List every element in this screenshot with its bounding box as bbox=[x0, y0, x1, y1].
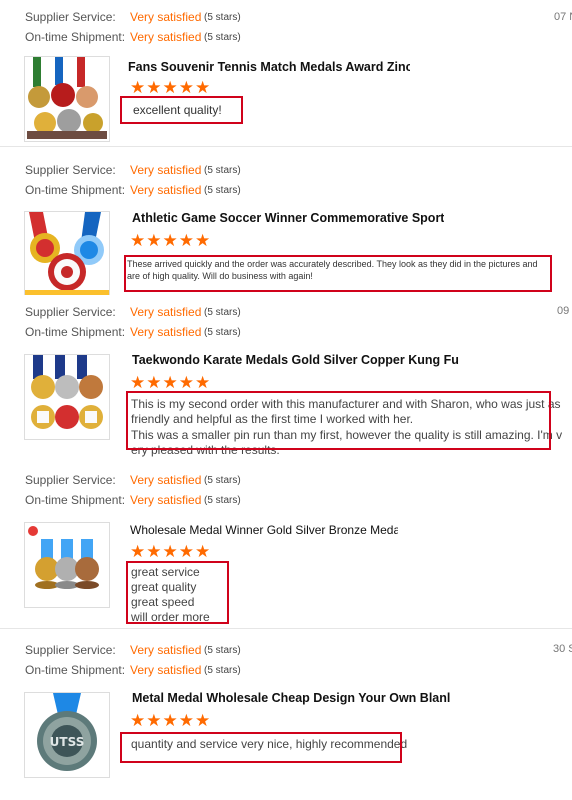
logo-text: UTSS bbox=[50, 735, 85, 749]
supplier-service-label: Supplier Service: bbox=[25, 10, 116, 24]
shipment-label: On-time Shipment: bbox=[25, 493, 126, 507]
supplier-service-value: Very satisfied bbox=[130, 473, 202, 487]
rating-stars: ★★★★★ bbox=[130, 711, 212, 730]
shipment-value: Very satisfied bbox=[130, 325, 202, 339]
product-thumbnail[interactable] bbox=[24, 211, 110, 295]
rating-stars: ★★★★★ bbox=[130, 373, 212, 392]
medals-image bbox=[25, 212, 109, 295]
highlight-box bbox=[126, 561, 229, 624]
product-thumbnail[interactable] bbox=[24, 56, 110, 142]
medal-image: UTSS bbox=[37, 693, 97, 771]
highlight-box bbox=[126, 391, 551, 450]
product-title[interactable]: Athletic Game Soccer Winner Commemorativ… bbox=[132, 211, 444, 225]
supplier-service-stars: (5 stars) bbox=[204, 165, 241, 176]
shipment-label: On-time Shipment: bbox=[25, 663, 126, 677]
supplier-service-value: Very satisfied bbox=[130, 643, 202, 657]
rating-stars: ★★★★★ bbox=[130, 231, 212, 250]
review-date: 30 S bbox=[553, 643, 572, 655]
highlight-box bbox=[120, 96, 243, 124]
shipment-label: On-time Shipment: bbox=[25, 325, 126, 339]
rating-stars: ★★★★★ bbox=[130, 542, 212, 561]
supplier-service-value: Very satisfied bbox=[130, 10, 202, 24]
product-title[interactable]: Fans Souvenir Tennis Match Medals Award … bbox=[128, 60, 410, 74]
review-card: Supplier Service: Very satisfied (5 star… bbox=[0, 296, 572, 458]
medals-image bbox=[28, 526, 99, 589]
shipment-stars: (5 stars) bbox=[204, 665, 241, 676]
product-thumbnail[interactable] bbox=[24, 522, 110, 608]
highlight-box bbox=[120, 732, 402, 763]
supplier-service-stars: (5 stars) bbox=[204, 307, 241, 318]
supplier-service-stars: (5 stars) bbox=[204, 645, 241, 656]
medals-image bbox=[27, 57, 107, 139]
supplier-service-label: Supplier Service: bbox=[25, 473, 116, 487]
shipment-stars: (5 stars) bbox=[204, 185, 241, 196]
shipment-value: Very satisfied bbox=[130, 663, 202, 677]
product-thumbnail[interactable]: UTSS bbox=[24, 692, 110, 778]
review-date: 07 N bbox=[554, 11, 572, 23]
product-thumbnail[interactable] bbox=[24, 354, 110, 440]
shipment-stars: (5 stars) bbox=[204, 32, 241, 43]
shipment-label: On-time Shipment: bbox=[25, 30, 126, 44]
shipment-stars: (5 stars) bbox=[204, 495, 241, 506]
shipment-value: Very satisfied bbox=[130, 30, 202, 44]
supplier-service-label: Supplier Service: bbox=[25, 305, 116, 319]
supplier-service-stars: (5 stars) bbox=[204, 12, 241, 23]
medals-image bbox=[31, 355, 103, 429]
highlight-box bbox=[124, 255, 552, 292]
review-card: Supplier Service: Very satisfied (5 star… bbox=[0, 629, 572, 800]
supplier-service-label: Supplier Service: bbox=[25, 163, 116, 177]
shipment-value: Very satisfied bbox=[130, 183, 202, 197]
product-title[interactable]: Metal Medal Wholesale Cheap Design Your … bbox=[132, 691, 454, 705]
review-card: Supplier Service: Very satisfied (5 star… bbox=[0, 0, 572, 146]
supplier-service-stars: (5 stars) bbox=[204, 475, 241, 486]
product-title[interactable]: Taekwondo Karate Medals Gold Silver Copp… bbox=[132, 353, 462, 367]
rating-stars: ★★★★★ bbox=[130, 78, 212, 97]
review-card: Supplier Service: Very satisfied (5 star… bbox=[0, 147, 572, 295]
shipment-value: Very satisfied bbox=[130, 493, 202, 507]
review-date: 09 I bbox=[557, 305, 572, 317]
supplier-service-label: Supplier Service: bbox=[25, 643, 116, 657]
supplier-service-value: Very satisfied bbox=[130, 163, 202, 177]
shipment-stars: (5 stars) bbox=[204, 327, 241, 338]
product-title[interactable]: Wholesale Medal Winner Gold Silver Bronz… bbox=[130, 523, 398, 537]
supplier-service-value: Very satisfied bbox=[130, 305, 202, 319]
shipment-label: On-time Shipment: bbox=[25, 183, 126, 197]
review-card: Supplier Service: Very satisfied (5 star… bbox=[0, 466, 572, 626]
